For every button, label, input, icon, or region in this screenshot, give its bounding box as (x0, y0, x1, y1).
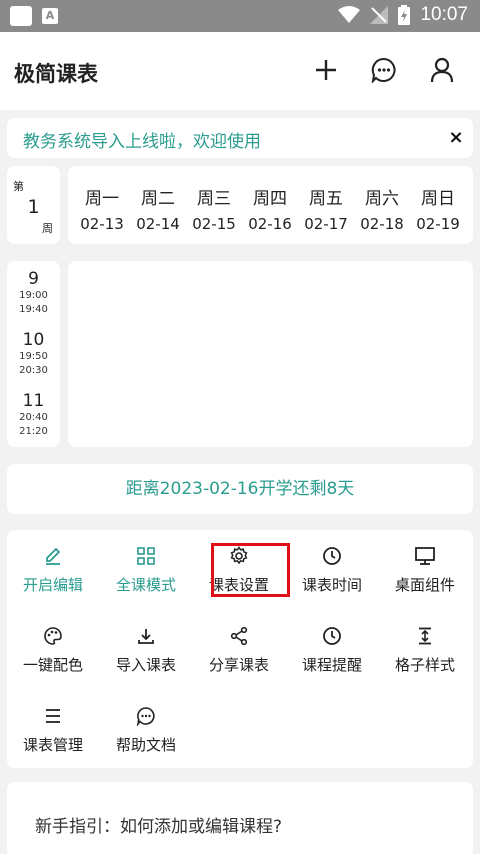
day-column-wed: 周三 02-15 (186, 166, 242, 244)
one-key-color-button[interactable]: 一键配色 (7, 624, 99, 675)
day-name: 周二 (141, 189, 175, 209)
palette-icon (44, 627, 62, 645)
day-date: 02-15 (192, 215, 236, 233)
day-column-tue: 周二 02-14 (130, 166, 186, 244)
clock-icon (323, 547, 341, 565)
week-selector[interactable]: 第 1 周 (7, 166, 60, 244)
function-menu: 开启编辑 全课模式 课表设置 课表时间 桌面组件 一键配色 导入课表 分享课表 … (7, 530, 473, 768)
list-icon (46, 709, 60, 723)
period-number: 11 (22, 391, 45, 411)
menu-label: 格子样式 (394, 656, 455, 674)
download-icon (138, 629, 154, 644)
chat-bubble-icon (371, 57, 396, 83)
period-11: 11 20:40 21:20 (7, 391, 60, 439)
day-name: 周五 (309, 189, 343, 209)
menu-label: 帮助文档 (115, 736, 176, 754)
day-date: 02-17 (304, 215, 348, 233)
cell-style-button[interactable]: 格子样式 (379, 624, 471, 675)
period-end: 20:30 (19, 365, 48, 376)
monitor-icon (415, 547, 435, 565)
menu-label: 课表时间 (301, 576, 362, 594)
period-end: 19:40 (19, 304, 48, 315)
day-name: 周日 (421, 189, 455, 209)
day-column-thu: 周四 02-16 (242, 166, 298, 244)
day-name: 周六 (365, 189, 399, 209)
day-column-sun: 周日 02-19 (410, 166, 466, 244)
beginner-guide-card[interactable]: 新手指引：如何添加或编辑课程? (7, 782, 473, 854)
period-start: 20:40 (19, 412, 48, 423)
period-number: 9 (28, 269, 39, 289)
day-column-fri: 周五 02-17 (298, 166, 354, 244)
announcement-banner[interactable]: 教务系统导入上线啦，欢迎使用 × (7, 118, 473, 158)
period-number: 10 (22, 330, 45, 350)
day-date: 02-13 (80, 215, 124, 233)
all-courses-mode-button[interactable]: 全课模式 (100, 544, 192, 595)
period-end: 21:20 (19, 426, 48, 437)
day-column-sat: 周六 02-18 (354, 166, 410, 244)
day-date: 02-19 (416, 215, 460, 233)
week-number: 1 (27, 196, 40, 218)
import-table-button[interactable]: 导入课表 (100, 624, 192, 675)
guide-text: 新手指引：如何添加或编辑课程? (35, 817, 283, 837)
edit-mode-button[interactable]: 开启编辑 (7, 544, 99, 595)
menu-label: 开启编辑 (22, 576, 83, 594)
period-column: 9 19:00 19:40 10 19:50 20:30 11 20:40 21… (7, 261, 60, 447)
day-name: 周三 (197, 189, 231, 209)
share-table-button[interactable]: 分享课表 (193, 624, 285, 675)
day-date: 02-14 (136, 215, 180, 233)
day-date: 02-18 (360, 215, 404, 233)
notification-a-icon: A (42, 8, 58, 24)
menu-label: 课程提醒 (301, 656, 362, 674)
status-bar: A 10:07 (0, 0, 480, 32)
menu-label: 导入课表 (115, 656, 176, 674)
chat-icon (136, 707, 155, 726)
day-column-mon: 周一 02-13 (74, 166, 130, 244)
message-button[interactable] (370, 56, 398, 84)
add-button[interactable] (312, 56, 340, 84)
schedule-grid[interactable] (68, 261, 473, 447)
semester-countdown: 距离2023-02-16开学还剩8天 (7, 464, 473, 514)
wifi-icon (338, 6, 361, 23)
period-10: 10 19:50 20:30 (7, 330, 60, 378)
menu-label: 桌面组件 (394, 576, 455, 594)
clock-icon (323, 627, 341, 645)
table-time-button[interactable]: 课表时间 (286, 544, 378, 595)
help-docs-button[interactable]: 帮助文档 (100, 704, 192, 755)
highlight-box (211, 543, 290, 597)
period-9: 9 19:00 19:40 (7, 269, 60, 317)
app-bar: 极简课表 (0, 32, 480, 110)
banner-close-button[interactable]: × (447, 127, 465, 149)
days-header: 周一 02-13 周二 02-14 周三 02-15 周四 02-16 周五 02-17 … (68, 166, 473, 244)
app-title: 极简课表 (14, 62, 98, 86)
pencil-icon (46, 547, 61, 565)
day-name: 周一 (85, 189, 119, 209)
grid-icon (137, 547, 155, 565)
period-start: 19:00 (19, 290, 48, 301)
table-manage-button[interactable]: 课表管理 (7, 704, 99, 755)
person-icon (430, 57, 454, 83)
day-name: 周四 (253, 189, 287, 209)
menu-label: 一键配色 (22, 656, 83, 674)
menu-label: 课表管理 (22, 736, 83, 754)
period-start: 19:50 (19, 351, 48, 362)
plus-icon (316, 60, 336, 80)
banner-text: 教务系统导入上线啦，欢迎使用 (23, 132, 261, 152)
menu-label: 分享课表 (208, 656, 269, 674)
battery-charging-icon (398, 5, 411, 25)
share-icon (230, 626, 248, 646)
no-signal-icon (370, 6, 389, 24)
week-prefix: 第 (13, 180, 24, 193)
day-date: 02-16 (248, 215, 292, 233)
desktop-widget-button[interactable]: 桌面组件 (379, 544, 471, 595)
height-icon (419, 627, 431, 645)
notification-app-icon (10, 6, 32, 26)
profile-button[interactable] (428, 56, 456, 84)
course-reminder-button[interactable]: 课程提醒 (286, 624, 378, 675)
menu-label: 全课模式 (115, 576, 176, 594)
week-suffix: 周 (42, 222, 53, 235)
clock-time: 10:07 (420, 4, 468, 25)
